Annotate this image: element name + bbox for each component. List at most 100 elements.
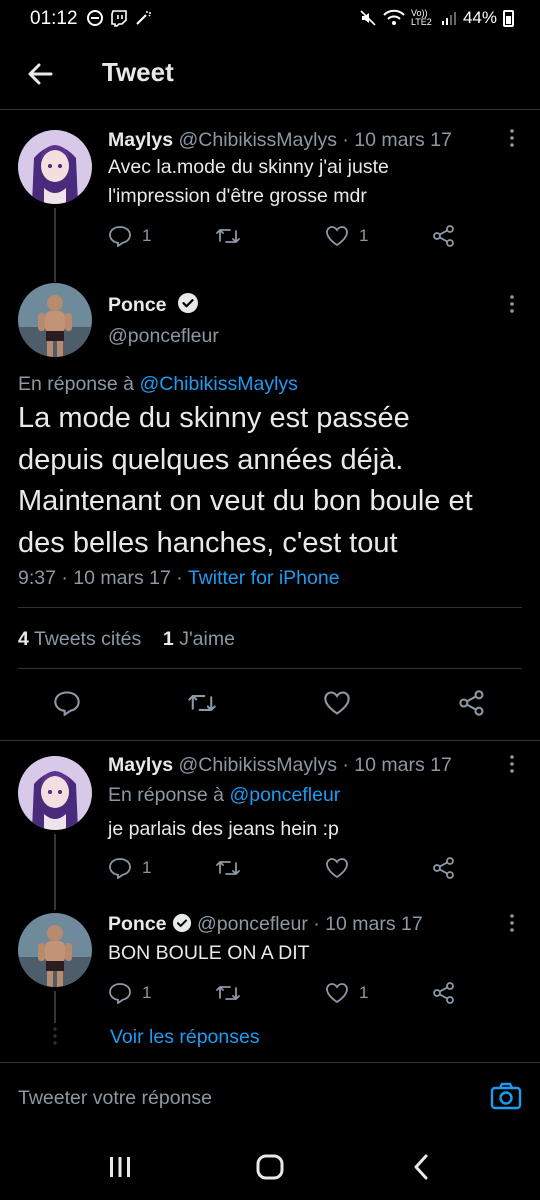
reply-count: 1 xyxy=(142,983,152,1002)
reply-icon xyxy=(109,226,131,247)
main-tweet-text: La mode du skinny est passée depuis quel… xyxy=(18,398,528,564)
see-replies-link[interactable]: Voir les réponses xyxy=(110,1026,260,1049)
like-button[interactable]: 1 xyxy=(325,982,368,1004)
tweet-line: des belles hanches, c'est tout xyxy=(18,526,398,559)
share-button[interactable] xyxy=(432,982,456,1004)
avatar-maylys[interactable] xyxy=(18,130,92,204)
author-name-row: Ponce xyxy=(108,292,199,317)
tweet-text: BON BOULE ON A DIT xyxy=(108,942,310,964)
verified-badge-icon xyxy=(172,913,191,933)
like-button[interactable] xyxy=(323,690,351,716)
more-icon[interactable] xyxy=(508,913,516,933)
battery-percent: 44% xyxy=(462,8,497,27)
handle[interactable]: @ChibikissMaylys xyxy=(178,754,337,776)
reply-icon xyxy=(54,691,80,716)
battery-icon xyxy=(503,9,514,27)
source-link[interactable]: Twitter for iPhone xyxy=(188,567,340,589)
reply-button[interactable]: 1 xyxy=(108,982,151,1004)
thread-line xyxy=(54,991,56,1023)
back-nav-icon[interactable] xyxy=(411,1154,431,1180)
share-icon xyxy=(433,225,454,247)
more-icon[interactable] xyxy=(508,128,516,148)
like-stat[interactable]: 1 J'aime xyxy=(163,628,235,650)
like-icon xyxy=(326,226,348,247)
home-icon[interactable] xyxy=(256,1154,284,1180)
reply-prefix: En réponse à xyxy=(108,784,225,806)
handle[interactable]: @poncefleur xyxy=(197,913,308,935)
status-notification-icons xyxy=(86,9,152,27)
retweet-icon xyxy=(216,861,240,875)
share-icon xyxy=(459,690,484,716)
top-app-bar: Tweet xyxy=(0,40,540,110)
display-name[interactable]: Ponce xyxy=(108,913,167,935)
verified-badge-icon xyxy=(177,293,198,313)
retweet-button[interactable] xyxy=(215,857,241,879)
reply-prefix: En réponse à xyxy=(18,373,135,395)
reply-count: 1 xyxy=(142,858,152,877)
camera-icon[interactable] xyxy=(490,1081,522,1111)
tweet-meta: 9:37 · 10 mars 17 · Twitter for iPhone xyxy=(18,567,340,590)
profile-photo-image xyxy=(18,283,92,357)
reply-to-link[interactable]: @poncefleur xyxy=(229,784,340,806)
reply-icon xyxy=(109,858,131,879)
like-button[interactable] xyxy=(325,857,349,879)
retweet-icon xyxy=(216,229,240,243)
tweet-line: Avec la.mode du skinny j'ai juste xyxy=(108,156,389,178)
display-name[interactable]: Maylys xyxy=(108,754,173,776)
dnd-icon xyxy=(87,10,103,26)
tweet-line: Maintenant on veut du bon boule et xyxy=(18,485,473,517)
like-button[interactable]: 1 xyxy=(325,225,368,247)
reply-input[interactable]: Tweeter votre réponse xyxy=(18,1087,212,1110)
handle[interactable]: @poncefleur xyxy=(108,325,219,348)
avatar-ponce[interactable] xyxy=(18,913,92,987)
retweet-button[interactable] xyxy=(215,982,241,1004)
tweet-text: Avec la.mode du skinny j'ai juste l'impr… xyxy=(108,153,389,211)
reply-composer[interactable]: Tweeter votre réponse xyxy=(0,1062,540,1132)
anime-avatar-image xyxy=(18,756,92,830)
reply-context: En réponse à @ChibikissMaylys xyxy=(18,373,298,396)
like-count: 1 xyxy=(359,226,369,245)
reply-button[interactable] xyxy=(53,690,81,716)
quote-stat[interactable]: 4 Tweets cités xyxy=(18,628,141,650)
handle[interactable]: @ChibikissMaylys xyxy=(178,129,337,151)
tweet-line: depuis quelques années déjà. xyxy=(18,443,404,476)
recent-apps-icon[interactable] xyxy=(108,1156,132,1178)
reply-to-link[interactable]: @ChibikissMaylys xyxy=(139,373,298,395)
mute-icon xyxy=(360,10,376,26)
status-time: 01:12 xyxy=(30,8,78,29)
profile-photo-image xyxy=(18,913,92,987)
reply-count: 1 xyxy=(142,226,152,245)
reply-icon xyxy=(109,983,131,1004)
reply-button[interactable]: 1 xyxy=(108,857,151,879)
retweet-button[interactable] xyxy=(187,690,217,716)
back-arrow-icon[interactable] xyxy=(24,58,56,90)
reply-context: En réponse à @poncefleur xyxy=(108,784,340,807)
system-nav-bar xyxy=(0,1132,540,1200)
more-icon[interactable] xyxy=(508,294,516,314)
thread-line xyxy=(54,208,56,282)
retweet-button[interactable] xyxy=(215,225,241,247)
share-button[interactable] xyxy=(432,225,456,247)
status-bar: 01:12 Vo)) LTE2 44% xyxy=(0,0,540,40)
network-label: Vo)) LTE2 xyxy=(410,8,432,27)
share-button[interactable] xyxy=(432,857,456,879)
tweet-text: je parlais des jeans hein :p xyxy=(108,818,339,840)
avatar-maylys[interactable] xyxy=(18,756,92,830)
share-button[interactable] xyxy=(458,690,486,716)
display-name[interactable]: Ponce xyxy=(108,294,167,316)
tweet-date: · 10 mars 17 xyxy=(342,129,452,151)
avatar-ponce[interactable] xyxy=(18,283,92,357)
retweet-icon xyxy=(216,986,240,1000)
timestamp: 9:37 · 10 mars 17 · xyxy=(18,567,183,589)
share-icon xyxy=(433,857,454,879)
divider xyxy=(18,668,522,669)
divider xyxy=(18,607,522,608)
tweet-date: · 10 mars 17 xyxy=(342,754,452,776)
like-icon xyxy=(324,691,350,715)
more-icon[interactable] xyxy=(508,754,516,774)
anime-avatar-image xyxy=(18,130,92,204)
like-count: 1 xyxy=(359,983,369,1002)
thread-line xyxy=(54,834,56,910)
display-name[interactable]: Maylys xyxy=(108,129,173,151)
reply-button[interactable]: 1 xyxy=(108,225,151,247)
